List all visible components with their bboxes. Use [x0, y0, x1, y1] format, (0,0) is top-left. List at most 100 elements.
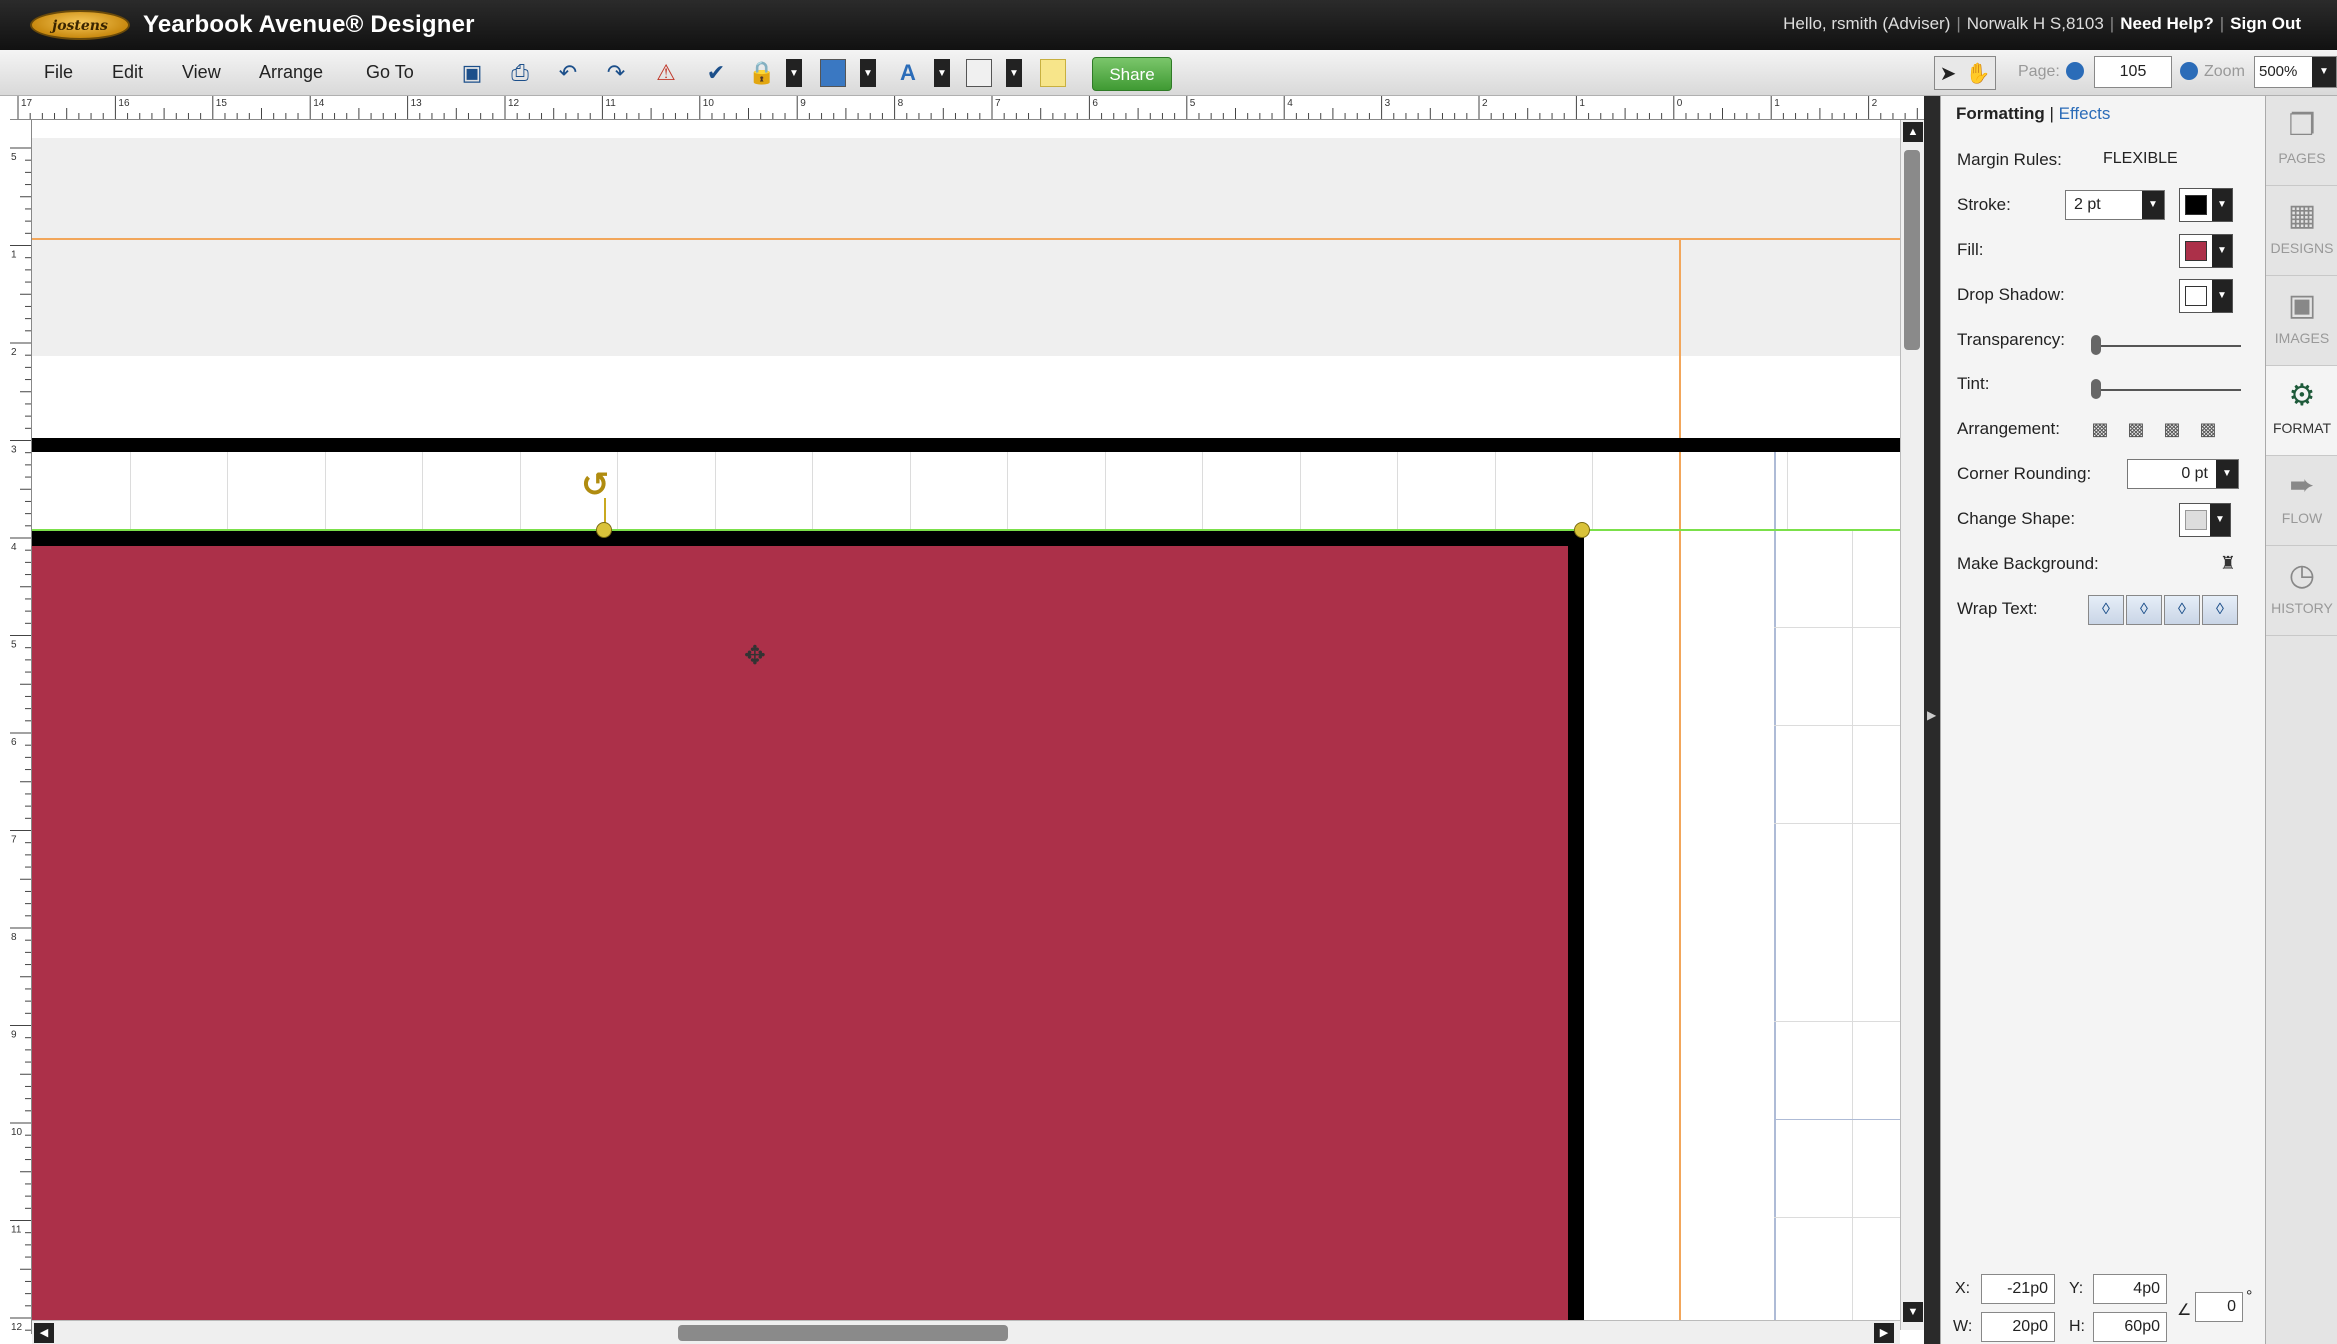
rail-item-format[interactable]: ⚙ FORMAT — [2266, 366, 2337, 456]
page-number-input[interactable]: 105 — [2094, 56, 2172, 88]
y-position-input[interactable]: 4p0 — [2093, 1274, 2167, 1304]
send-backward-icon[interactable]: ▩ — [2159, 418, 2185, 440]
background-dropdown-arrow[interactable]: ▼ — [1006, 59, 1022, 87]
tool-selector[interactable]: ➤ ✋ — [1934, 56, 1996, 90]
save-icon[interactable]: ▣ — [456, 57, 488, 89]
app-title: Yearbook Avenue® Designer — [143, 11, 475, 38]
menu-view[interactable]: View — [182, 62, 221, 83]
collapse-arrow-icon[interactable]: ▶ — [1927, 708, 1936, 722]
share-button[interactable]: Share — [1092, 57, 1172, 91]
horizontal-scrollbar[interactable]: ◀ ▶ — [32, 1320, 1900, 1344]
rail-item-images[interactable]: ▣ IMAGES — [2266, 276, 2337, 366]
resize-handle-top-center[interactable] — [596, 522, 612, 538]
wrap-text-label: Wrap Text: — [1957, 599, 2038, 618]
height-input[interactable]: 60p0 — [2093, 1312, 2167, 1342]
stroke-width-select[interactable]: 2 pt ▼ — [2065, 190, 2165, 220]
width-input[interactable]: 20p0 — [1981, 1312, 2055, 1342]
tint-slider[interactable] — [2091, 389, 2241, 391]
paint-bucket-icon[interactable]: ♜ — [2215, 552, 2241, 574]
menu-edit[interactable]: Edit — [112, 62, 143, 83]
hand-icon[interactable]: ✋ — [1966, 61, 1991, 86]
lock-icon[interactable]: 🔒 — [746, 57, 778, 89]
rotation-angle-input[interactable]: 0 — [2195, 1292, 2243, 1322]
fill-color-swatch[interactable]: ▼ — [2179, 234, 2233, 268]
rotate-handle-icon[interactable]: ↺ — [581, 465, 610, 505]
bring-forward-icon[interactable]: ▩ — [2123, 418, 2149, 440]
ruler-number: 2 — [11, 347, 17, 358]
ruler-number: 2 — [1482, 98, 1488, 109]
rail-item-designs[interactable]: ▦ DESIGNS — [2266, 186, 2337, 276]
selected-rectangle-shape[interactable] — [32, 530, 1584, 1330]
text-dropdown-arrow[interactable]: ▼ — [934, 59, 950, 87]
next-page-icon[interactable] — [2180, 62, 2198, 80]
design-canvas[interactable]: ↺ ✥ — [32, 120, 1900, 1330]
redo-icon[interactable]: ↷ — [600, 57, 632, 89]
wrap-shape-icon[interactable]: ◊ — [2164, 595, 2200, 625]
alert-icon[interactable]: ⚠ — [650, 57, 682, 89]
panel-collapse-bar[interactable]: ▶ — [1924, 96, 1940, 1344]
background-color-icon[interactable] — [966, 59, 992, 87]
designs-icon: ▦ — [2287, 199, 2317, 232]
tab-effects[interactable]: Effects — [2059, 104, 2111, 123]
menu-file[interactable]: File — [44, 62, 73, 83]
scroll-right-icon[interactable]: ▶ — [1874, 1323, 1894, 1343]
ruler-number: 5 — [11, 640, 17, 651]
ruler-number: 0 — [1677, 98, 1683, 109]
rail-item-pages[interactable]: ❐ PAGES — [2266, 96, 2337, 186]
rail-item-history[interactable]: ◷ HISTORY — [2266, 546, 2337, 636]
menu-go-to[interactable]: Go To — [366, 62, 414, 83]
vertical-scroll-thumb[interactable] — [1904, 150, 1920, 350]
pointer-icon[interactable]: ➤ — [1940, 61, 1957, 86]
wrap-around-icon[interactable]: ◊ — [2126, 595, 2162, 625]
x-position-input[interactable]: -21p0 — [1981, 1274, 2055, 1304]
grid-line — [324, 452, 326, 530]
corner-rounding-select[interactable]: 0 pt ▼ — [2127, 459, 2239, 489]
sign-out-link[interactable]: Sign Out — [2230, 14, 2301, 33]
ruler-number: 17 — [21, 98, 33, 109]
column-guide — [1774, 438, 1776, 1330]
scroll-down-icon[interactable]: ▼ — [1903, 1302, 1923, 1322]
need-help-link[interactable]: Need Help? — [2120, 14, 2214, 33]
undo-icon[interactable]: ↶ — [552, 57, 584, 89]
chevron-down-icon: ▼ — [2312, 57, 2336, 87]
wrap-top-bottom-icon[interactable]: ◊ — [2202, 595, 2238, 625]
transparency-slider-thumb[interactable] — [2091, 335, 2101, 355]
zoom-value: 500% — [2259, 63, 2298, 80]
spellcheck-icon[interactable]: ✔ — [700, 57, 732, 89]
change-shape-select[interactable]: ▼ — [2179, 503, 2231, 537]
transparency-slider[interactable] — [2091, 345, 2241, 347]
stroke-color-swatch[interactable]: ▼ — [2179, 188, 2233, 222]
drop-shadow-swatch[interactable]: ▼ — [2179, 279, 2233, 313]
bring-to-front-icon[interactable]: ▩ — [2087, 418, 2113, 440]
resize-handle-top-right[interactable] — [1574, 522, 1590, 538]
tab-formatting[interactable]: Formatting — [1956, 104, 2045, 123]
tint-slider-thumb[interactable] — [2091, 379, 2101, 399]
drop-shadow-label: Drop Shadow: — [1957, 285, 2065, 304]
zoom-select[interactable]: 500% ▼ — [2254, 56, 2337, 88]
ruler-number: 3 — [1385, 98, 1391, 109]
send-to-back-icon[interactable]: ▩ — [2195, 418, 2221, 440]
vertical-scrollbar[interactable]: ▲ ▼ — [1900, 120, 1924, 1330]
image-dropdown-arrow[interactable]: ▼ — [860, 59, 876, 87]
grid-line — [812, 452, 813, 530]
stroke-color-chip — [2185, 195, 2207, 215]
horizontal-scroll-thumb[interactable] — [678, 1325, 1008, 1341]
flow-icon: ➨ — [2289, 469, 2315, 502]
lock-dropdown-arrow[interactable]: ▼ — [786, 59, 802, 87]
grid-line — [1774, 823, 1900, 824]
scroll-left-icon[interactable]: ◀ — [34, 1323, 54, 1343]
wrap-none-icon[interactable]: ◊ — [2088, 595, 2124, 625]
menu-arrange[interactable]: Arrange — [259, 62, 323, 83]
black-stroke-bar[interactable] — [32, 438, 1900, 452]
scroll-up-icon[interactable]: ▲ — [1903, 122, 1923, 142]
print-icon[interactable]: ⎙ — [504, 57, 536, 89]
rail-item-flow[interactable]: ➨ FLOW — [2266, 456, 2337, 546]
previous-page-icon[interactable] — [2066, 62, 2084, 80]
x-label: X: — [1955, 1280, 1971, 1297]
school-name: Norwalk H S,8103 — [1966, 14, 2104, 33]
ruler-number: 4 — [11, 542, 17, 553]
sticky-note-icon[interactable] — [1040, 59, 1066, 87]
ruler-number: 13 — [411, 98, 423, 109]
image-frame-icon[interactable] — [820, 59, 846, 87]
text-color-icon[interactable]: A — [892, 57, 924, 89]
